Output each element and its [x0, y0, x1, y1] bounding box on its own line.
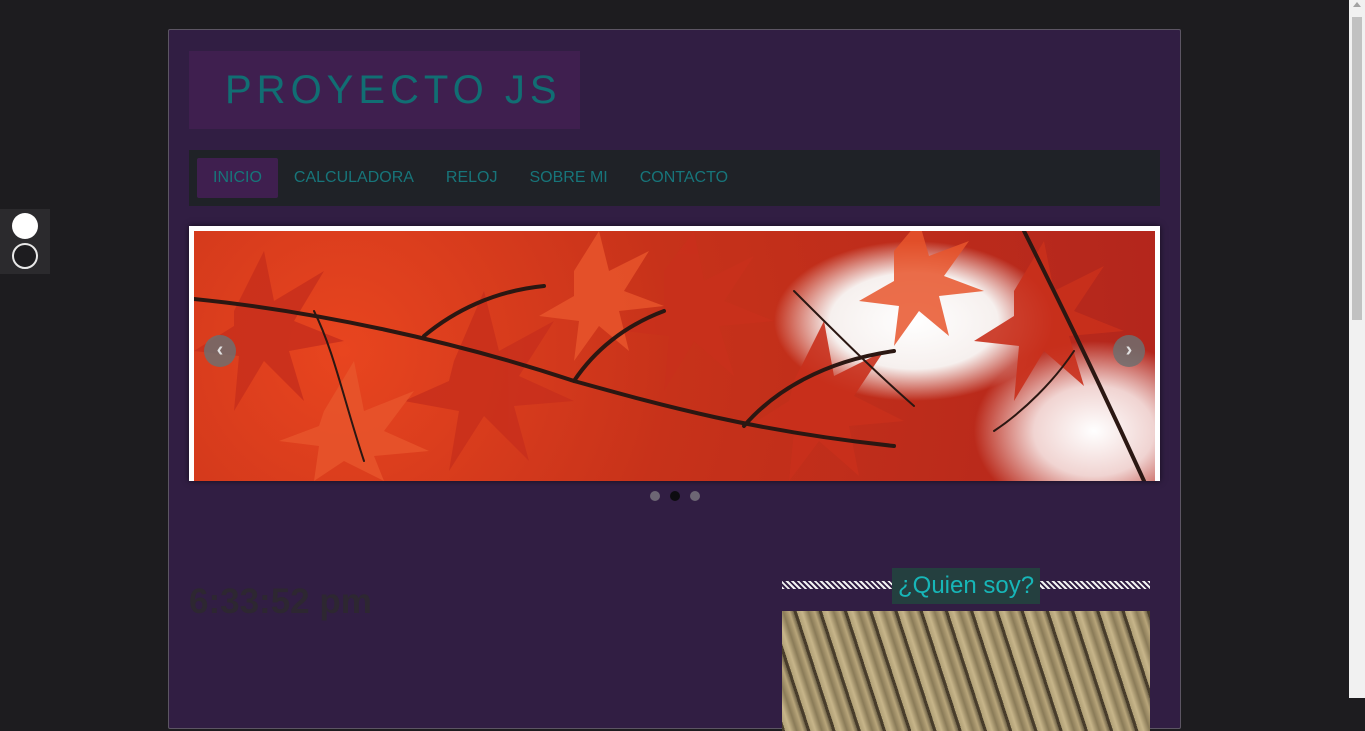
nav-item-contacto[interactable]: CONTACTO [624, 158, 744, 198]
slider-dot-3[interactable] [690, 491, 700, 501]
bamboo-image [782, 611, 1150, 731]
maple-leaves-illustration [194, 231, 1146, 481]
chevron-left-icon: ‹ [216, 339, 224, 361]
scroll-up-arrow-icon[interactable] [1353, 2, 1361, 7]
page-scrollbar[interactable] [1349, 0, 1365, 698]
sidebar-title: ¿Quien soy? [892, 568, 1041, 604]
page-container: PROYECTO JS INICIO CALCULADORA RELOJ SOB… [168, 29, 1181, 731]
image-slider: ‹ › [189, 226, 1160, 481]
dark-theme-button[interactable] [12, 243, 38, 269]
nav-item-reloj[interactable]: RELOJ [430, 158, 514, 198]
light-theme-button[interactable] [12, 213, 38, 239]
nav-item-inicio[interactable]: INICIO [197, 158, 278, 198]
theme-switcher [0, 209, 50, 274]
slide-image-maple-leaves: ‹ › [194, 231, 1155, 481]
scroll-thumb[interactable] [1352, 17, 1362, 320]
main-nav: INICIO CALCULADORA RELOJ SOBRE MI CONTAC… [189, 150, 1160, 206]
slider-next-button[interactable]: › [1113, 335, 1145, 367]
clock-display: 6:33:52 pm [189, 582, 372, 621]
nav-item-calculadora[interactable]: CALCULADORA [278, 158, 430, 198]
slider-prev-button[interactable]: ‹ [204, 335, 236, 367]
slider-pagination [650, 491, 700, 501]
slider-dot-1[interactable] [650, 491, 660, 501]
site-logo[interactable]: PROYECTO JS [189, 51, 580, 129]
slider-dot-2[interactable] [670, 491, 680, 501]
nav-item-sobre-mi[interactable]: SOBRE MI [514, 158, 624, 198]
chevron-right-icon: › [1125, 339, 1133, 361]
